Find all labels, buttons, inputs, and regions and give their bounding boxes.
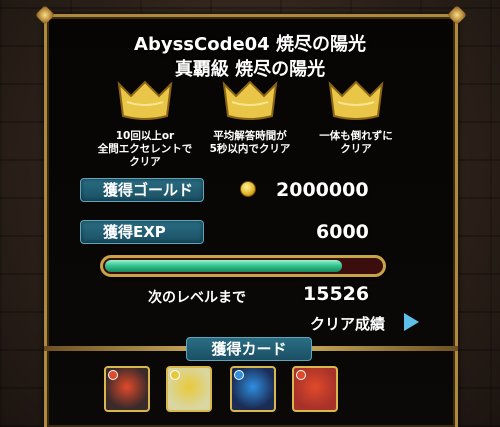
- attribute-orb-icon: [108, 370, 118, 380]
- gold-crown-icon: [117, 80, 173, 120]
- exp-label: 獲得EXP: [80, 220, 204, 244]
- attribute-orb-icon: [296, 370, 306, 380]
- exp-progress-fill: [105, 260, 342, 272]
- coin-icon: [240, 181, 256, 197]
- play-arrow-icon[interactable]: [404, 313, 419, 331]
- obtained-cards-label: 獲得カード: [186, 337, 312, 361]
- gold-crown-icon: [328, 80, 384, 120]
- exp-value: 6000: [316, 221, 369, 243]
- card-water-dragon[interactable]: [230, 366, 276, 412]
- clear-record-button[interactable]: クリア成績: [310, 313, 385, 334]
- crown-condition-2: 平均解答時間が 5秒以内でクリア: [209, 130, 291, 155]
- next-level-label: 次のレベルまで: [148, 290, 246, 306]
- crown-condition-3: 一体も倒れずに クリア: [319, 130, 393, 155]
- next-level-value: 15526: [303, 283, 370, 305]
- attribute-orb-icon: [234, 370, 244, 380]
- quest-title: AbyssCode04 焼尽の陽光: [134, 34, 366, 55]
- card-dark-armor[interactable]: [104, 366, 150, 412]
- gold-label: 獲得ゴールド: [80, 178, 204, 202]
- attribute-orb-icon: [170, 370, 180, 380]
- crown-condition-1: 10回以上or 全問エクセレントで クリア: [97, 130, 193, 168]
- card-fire-maiden[interactable]: [292, 366, 338, 412]
- exp-progress-bar: [100, 255, 386, 277]
- gold-crown-icon: [222, 80, 278, 120]
- gold-value: 2000000: [276, 179, 369, 201]
- card-light-mage[interactable]: [166, 366, 212, 412]
